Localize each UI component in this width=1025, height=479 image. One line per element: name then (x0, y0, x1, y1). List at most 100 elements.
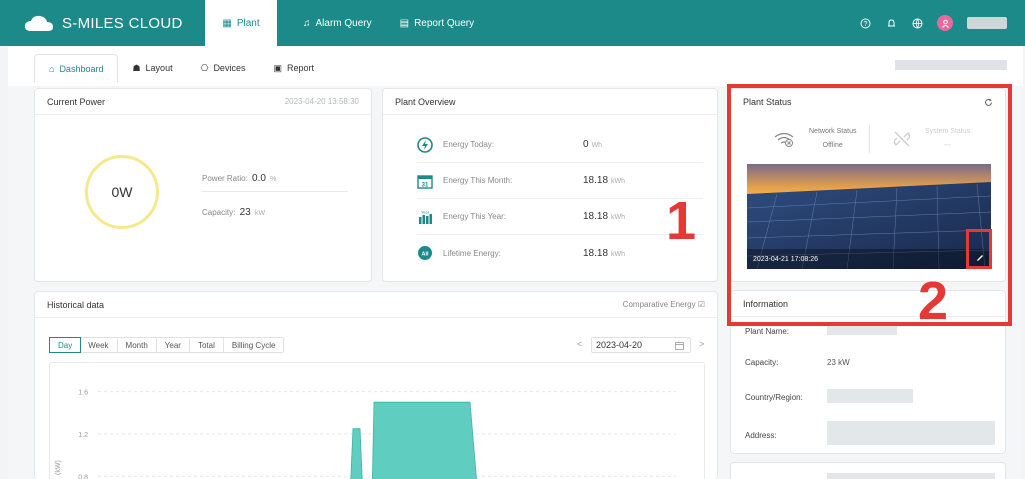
energy-year-label: Energy This Year: (443, 212, 507, 221)
plant-selector-redacted[interactable] (895, 60, 1007, 70)
language-globe-icon[interactable] (911, 17, 923, 29)
energy-year-unit: kWh (611, 214, 626, 221)
tab-dashboard[interactable]: ⌂ Dashboard (34, 54, 119, 82)
date-picker-input[interactable]: 2023-04-20 (591, 337, 691, 353)
power-divider (202, 191, 348, 192)
chart-y-tick-label: 1.2 (78, 432, 88, 439)
capacity-row: Capacity: 23 kW (202, 207, 265, 218)
report-doc-icon: ▣ (273, 62, 282, 73)
energy-chart: 1.6 1.2 0.8 (kW) (49, 362, 705, 479)
lifetime-icon-text: All (421, 252, 429, 258)
current-power-title: Current Power (47, 96, 106, 107)
comparative-energy-label: Comparative Energy (622, 300, 696, 309)
comparative-energy-toggle[interactable]: Comparative Energy ☑ (623, 300, 705, 309)
nav-plant[interactable]: ▦ Plant (205, 0, 277, 46)
annotation-box-edit-photo (966, 229, 992, 269)
next-card-partial (730, 462, 1006, 479)
time-range-tabs: Day Week Month Year Total Billing Cycle (49, 337, 285, 353)
historical-title: Historical data (47, 299, 105, 310)
current-power-timestamp: 2023-04-20 13:58:30 (284, 97, 359, 106)
calendar-icon-text: 31 (422, 182, 429, 188)
dashboard-subnav: ⌂ Dashboard ☗ Layout ⎔ Devices ▣ Report (8, 46, 1023, 86)
username-redacted (967, 17, 1007, 29)
energy-month-value: 18.18 (583, 175, 609, 186)
power-ratio-value: 0.0 (252, 173, 266, 184)
tab-devices[interactable]: ⎔ Devices (187, 54, 260, 82)
historical-data-card: Historical data Comparative Energy ☑ Day… (34, 291, 718, 479)
range-total[interactable]: Total (190, 338, 224, 352)
main-nav: ▦ Plant ♫ Alarm Query ▤ Report Query (205, 0, 488, 46)
capacity-label: Capacity: (202, 208, 236, 217)
lifetime-energy-unit: kWh (611, 250, 626, 258)
info-capacity-value: 23 kW (827, 358, 850, 367)
current-power-card: Current Power 2023-04-20 13:58:30 0W Pow… (34, 88, 372, 282)
top-navigation-bar: S-MILES CLOUD ▦ Plant ♫ Alarm Query ▤ Re… (0, 0, 1025, 46)
energy-month-row: 31 Energy This Month: 18.18 kWh (417, 163, 703, 199)
top-right-tools: ? (859, 0, 1007, 46)
current-power-value: 0W (111, 184, 133, 200)
year-bars-icon: Year (419, 209, 432, 224)
info-plant-name-label: Plant Name: (745, 327, 790, 336)
user-avatar[interactable] (937, 15, 953, 31)
next-date-button[interactable]: > (699, 339, 704, 349)
annotation-number-one: 1 (666, 191, 697, 251)
notification-bell-icon[interactable] (885, 17, 897, 29)
nav-alarm-label: Alarm Query (315, 17, 372, 29)
nav-report-query[interactable]: ▤ Report Query (386, 0, 488, 46)
range-month[interactable]: Month (118, 338, 157, 352)
help-icon[interactable]: ? (859, 17, 871, 29)
range-day[interactable]: Day (49, 337, 82, 353)
home-icon: ⌂ (49, 63, 55, 74)
date-value: 2023-04-20 (596, 340, 643, 350)
bell-alarm-icon: ♫ (303, 17, 311, 29)
app-name: S-MILES CLOUD (62, 14, 183, 32)
chart-y-tick-label: 0.8 (78, 474, 88, 479)
svg-text:?: ? (863, 21, 867, 28)
lifetime-energy-icon: All (418, 246, 432, 260)
compare-checkbox-icon: ☑ (697, 300, 705, 309)
country-redacted (827, 389, 913, 403)
lightning-icon (417, 136, 433, 153)
chart-y-axis-label: (kW) (55, 460, 62, 475)
tab-report[interactable]: ▣ Report (259, 54, 328, 82)
energy-today-label: Energy Today: (443, 140, 494, 149)
chart-area-series (350, 401, 477, 479)
layout-icon: ☗ (132, 62, 141, 73)
devices-icon: ⎔ (200, 62, 209, 73)
energy-year-value: 18.18 (583, 211, 609, 222)
plant-name-redacted (827, 325, 897, 335)
tab-report-label: Report (286, 63, 314, 73)
calendar-picker-icon (675, 342, 684, 350)
energy-today-value: 0 (583, 139, 589, 150)
app-logo[interactable]: S-MILES CLOUD (0, 0, 205, 46)
energy-month-label: Energy This Month: (443, 176, 513, 185)
energy-today-unit: Wh (591, 142, 603, 149)
tab-devices-label: Devices (213, 63, 246, 73)
cloud-icon (24, 15, 53, 31)
capacity-value: 23 (239, 207, 251, 218)
tab-layout[interactable]: ☗ Layout (118, 54, 186, 82)
annotation-box-plant-status (727, 84, 1012, 326)
chart-y-tick-label: 1.6 (78, 390, 88, 397)
tab-dashboard-label: Dashboard (59, 63, 104, 74)
energy-year-row: Year Energy This Year: 18.18 kWh (417, 199, 703, 235)
annotation-number-two: 2 (918, 271, 949, 331)
power-ratio-label: Power Ratio: (202, 174, 248, 183)
power-ratio-unit: % (270, 176, 277, 183)
plant-overview-title: Plant Overview (395, 96, 456, 107)
prev-date-button[interactable]: < (577, 339, 582, 349)
current-power-gauge: 0W (85, 155, 159, 229)
calendar-icon: 31 (417, 174, 433, 189)
capacity-unit: kW (254, 210, 266, 217)
info-country-label: Country/Region: (745, 393, 803, 402)
power-ratio-row: Power Ratio: 0.0 % (202, 173, 276, 184)
tab-layout-label: Layout (145, 63, 173, 73)
range-billing-cycle[interactable]: Billing Cycle (224, 338, 284, 352)
lifetime-energy-row: All Lifetime Energy: 18.18 kWh (417, 235, 703, 271)
nav-alarm-query[interactable]: ♫ Alarm Query (289, 0, 386, 46)
info-address-label: Address: (745, 431, 777, 440)
year-icon-text: Year (421, 209, 430, 214)
user-icon (941, 19, 949, 28)
range-year[interactable]: Year (157, 338, 190, 352)
range-week[interactable]: Week (80, 338, 118, 352)
